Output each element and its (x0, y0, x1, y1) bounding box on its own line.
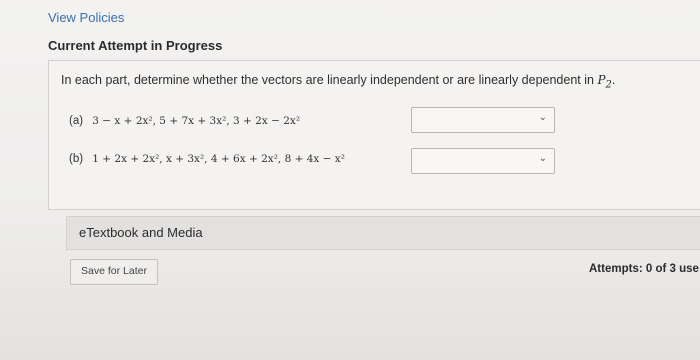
save-for-later-button[interactable]: Save for Later (70, 259, 158, 285)
part-a-answer-select[interactable]: ⌄ (411, 107, 555, 133)
chevron-down-icon: ⌄ (538, 153, 547, 164)
question-panel: In each part, determine whether the vect… (48, 60, 700, 210)
attempts-counter: Attempts: 0 of 3 use (589, 263, 699, 275)
question-prompt: In each part, determine whether the vect… (61, 73, 616, 91)
part-b-expression: 1 + 2x + 2x², x + 3x², 4 + 6x + 2x², 8 +… (92, 153, 345, 165)
part-b-label: (b) (69, 153, 84, 165)
view-policies-link[interactable]: View Policies (48, 10, 124, 25)
chevron-down-icon: ⌄ (538, 112, 547, 123)
vector-space: P2 (597, 73, 612, 91)
attempt-title: Current Attempt in Progress (48, 38, 223, 53)
save-button-label: Save for Later (81, 265, 147, 277)
part-b-answer-select[interactable]: ⌄ (411, 148, 555, 174)
part-b: (b) 1 + 2x + 2x², x + 3x², 4 + 6x + 2x²,… (69, 153, 345, 165)
etextbook-media-panel[interactable]: eTextbook and Media (66, 216, 700, 250)
etextbook-label: eTextbook and Media (79, 225, 203, 240)
part-a-expression: 3 − x + 2x², 5 + 7x + 3x², 3 + 2x − 2x² (92, 115, 301, 127)
page: View Policies Current Attempt in Progres… (0, 0, 700, 360)
part-a: (a) 3 − x + 2x², 5 + 7x + 3x², 3 + 2x − … (69, 115, 300, 127)
part-a-label: (a) (69, 115, 84, 127)
prompt-text: In each part, determine whether the vect… (61, 73, 598, 87)
